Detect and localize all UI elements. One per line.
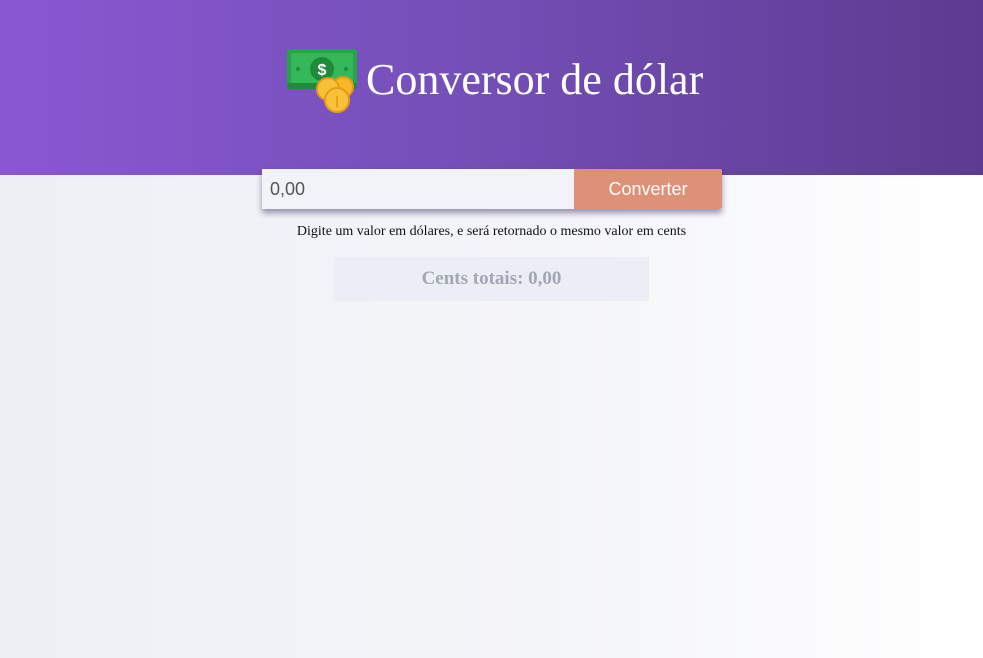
result-box: Cents totais: 0,00 bbox=[334, 257, 649, 301]
brand: $ | Conversor de dólar bbox=[286, 46, 703, 114]
page-title: Conversor de dólar bbox=[366, 55, 704, 104]
header-banner: $ | Conversor de dólar bbox=[0, 0, 983, 175]
svg-text:$: $ bbox=[318, 62, 327, 79]
result-text: Cents totais: 0,00 bbox=[421, 268, 562, 289]
convert-button[interactable]: Converter bbox=[574, 169, 722, 209]
instruction-text: Digite um valor em dólares, e será retor… bbox=[296, 224, 687, 239]
dollar-amount-input[interactable] bbox=[262, 169, 574, 209]
converter-form: Converter bbox=[262, 169, 722, 209]
svg-text:|: | bbox=[335, 94, 338, 108]
money-bill-coins-icon: $ | bbox=[286, 46, 358, 114]
